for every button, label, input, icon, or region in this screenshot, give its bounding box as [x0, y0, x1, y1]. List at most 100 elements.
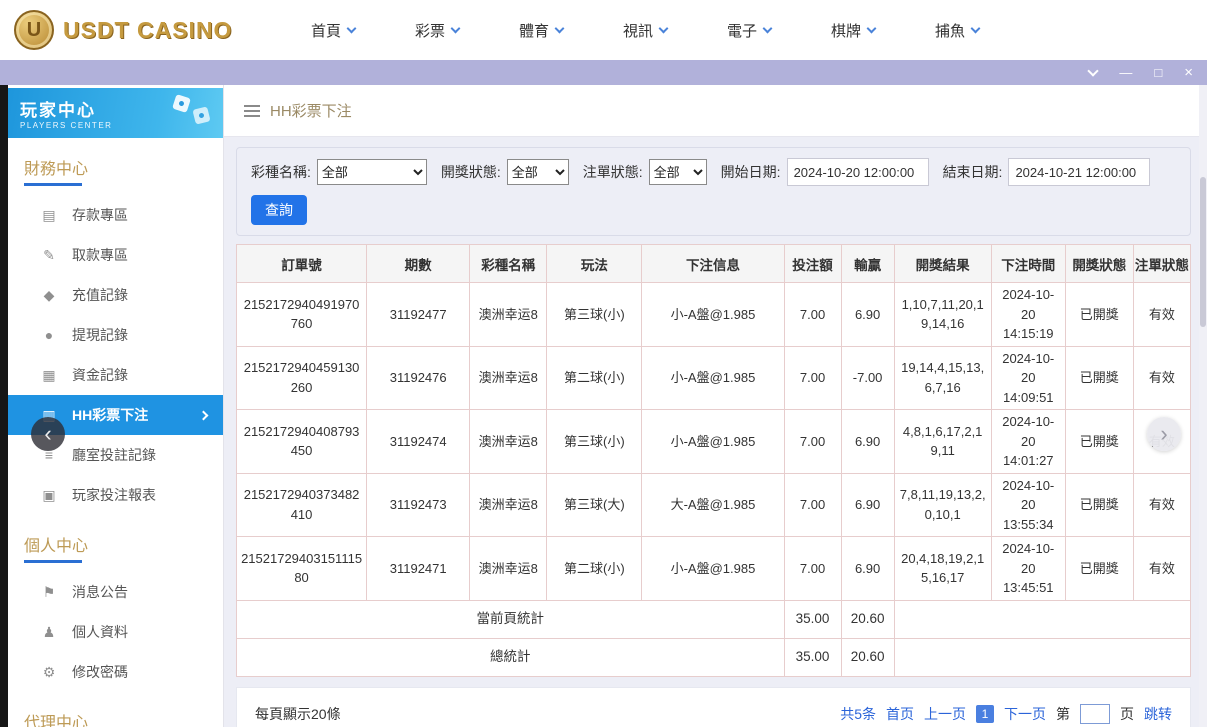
lottery-name-select[interactable]: 全部 [317, 159, 427, 185]
nav-item-electronic[interactable]: 電子 [697, 20, 801, 41]
table-cell: 澳洲幸运8 [470, 283, 547, 347]
withdraw-icon: ✎ [40, 247, 58, 264]
column-header: 玩法 [547, 245, 642, 283]
table-cell: 小-A盤@1.985 [642, 537, 784, 601]
nav-item-home[interactable]: 首頁 [281, 20, 385, 41]
sidebar-item-profile[interactable]: ♟個人資料 [8, 612, 223, 652]
nav-item-video[interactable]: 視訊 [593, 20, 697, 41]
table-cell: 2024-10-20 14:09:51 [991, 346, 1065, 410]
table-cell: 已開獎 [1065, 283, 1133, 347]
jump-suffix-label: 页 [1120, 704, 1134, 724]
table-cell: 31192477 [367, 283, 470, 347]
table-cell: 已開獎 [1065, 410, 1133, 474]
column-header: 投注額 [784, 245, 841, 283]
chevron-down-icon [347, 23, 357, 33]
end-date-input[interactable] [1008, 158, 1150, 186]
sidebar-item-announcements[interactable]: ⚑ 消息公告 [8, 572, 223, 612]
table-cell: 澳洲幸运8 [470, 346, 547, 410]
table-cell: -7.00 [841, 346, 894, 410]
sidebar-item-withdraw-zone[interactable]: ✎取款專區 [8, 235, 223, 275]
minimize-icon[interactable]: — [1119, 66, 1132, 79]
column-header: 下注信息 [642, 245, 784, 283]
table-cell: 20,4,18,19,2,15,16,17 [894, 537, 991, 601]
table-cell: 第二球(小) [547, 537, 642, 601]
nav-item-sports[interactable]: 體育 [489, 20, 593, 41]
chevron-down-icon [763, 23, 773, 33]
nav-item-label: 體育 [519, 20, 549, 41]
maximize-icon[interactable]: □ [1154, 66, 1162, 79]
table-cell: 2024-10-20 14:01:27 [991, 410, 1065, 474]
chevron-right-icon [199, 410, 209, 420]
lottery-name-label: 彩種名稱: [251, 162, 311, 182]
order-status-select[interactable]: 全部 [649, 159, 707, 185]
sidebar-item-deposit-zone[interactable]: ▤存款專區 [8, 195, 223, 235]
start-date-input[interactable] [787, 158, 929, 186]
table-cell: 2024-10-20 14:15:19 [991, 283, 1065, 347]
carousel-next-button[interactable]: › [1147, 417, 1181, 451]
summary-bet-total: 35.00 [784, 638, 841, 676]
topnav-items: 首頁 彩票 體育 視訊電子棋牌捕魚 [281, 20, 1009, 41]
players-center-header: 玩家中心 PLAYERS CENTER [8, 88, 223, 138]
column-header: 訂單號 [237, 245, 367, 283]
nav-item-label: 彩票 [415, 20, 445, 41]
summary-bet-total: 35.00 [784, 600, 841, 638]
menu-icon[interactable] [244, 105, 260, 117]
table-cell: 4,8,1,6,17,2,19,11 [894, 410, 991, 474]
table-cell: 7.00 [784, 537, 841, 601]
search-button[interactable]: 查詢 [251, 195, 307, 225]
first-page-link[interactable]: 首页 [886, 704, 914, 724]
sidebar-item-player-bet-report[interactable]: ▣玩家投注報表 [8, 475, 223, 515]
site-logo[interactable]: U USDT CASINO [14, 10, 259, 50]
table-cell: 已開獎 [1065, 473, 1133, 537]
bet-report-icon: ▣ [40, 487, 58, 504]
sidebar-item-recharge-records[interactable]: ◆充值記錄 [8, 275, 223, 315]
deposit-icon: ▤ [40, 207, 58, 224]
sidebar-item-label: 消息公告 [72, 582, 128, 602]
table-cell: 2024-10-20 13:45:51 [991, 537, 1065, 601]
sidebar-item-label: 提現記錄 [72, 325, 128, 345]
table-cell: 2152172940373482410 [237, 473, 367, 537]
sidebar-section-agent-center: 代理中心 [8, 692, 223, 727]
column-header: 開獎狀態 [1065, 245, 1133, 283]
table-summary: 當前頁統計 35.00 20.60 總統計 35.00 20.60 [237, 600, 1191, 676]
filter-panel: 彩種名稱: 全部 開獎狀態: 全部 注單狀態: 全部 開始日期: [236, 147, 1191, 236]
table-row: 215217294040879345031192474澳洲幸运8第三球(小)小-… [237, 410, 1191, 474]
table-cell: 7.00 [784, 283, 841, 347]
sidebar-item-withdrawal-records[interactable]: ● 提現記錄 [8, 315, 223, 355]
scrollbar-track[interactable] [1199, 85, 1207, 727]
current-page-badge: 1 [976, 705, 994, 723]
chevron-down-icon[interactable] [1088, 65, 1099, 76]
scrollbar-thumb[interactable] [1200, 177, 1206, 327]
jump-prefix-label: 第 [1056, 704, 1070, 724]
withdrawal-record-icon: ● [40, 327, 58, 343]
nav-item-fishing[interactable]: 捕魚 [905, 20, 1009, 41]
column-header: 彩種名稱 [470, 245, 547, 283]
table-cell: 7,8,11,19,13,2,0,10,1 [894, 473, 991, 537]
table-body: 215217294049197076031192477澳洲幸运8第三球(小)小-… [237, 283, 1191, 601]
table-cell: 2024-10-20 13:55:34 [991, 473, 1065, 537]
jump-button[interactable]: 跳转 [1144, 704, 1172, 724]
page-jump-input[interactable] [1080, 704, 1110, 724]
next-page-link[interactable]: 下一页 [1004, 704, 1046, 724]
nav-item-lottery[interactable]: 彩票 [385, 20, 489, 41]
order-status-label: 注單狀態: [583, 162, 643, 182]
table-cell: 31192471 [367, 537, 470, 601]
announcement-icon: ⚑ [40, 584, 58, 601]
table-cell: 31192476 [367, 346, 470, 410]
nav-item-board-games[interactable]: 棋牌 [801, 20, 905, 41]
chevron-down-icon [659, 23, 669, 33]
table-row: 215217294031511158031192471澳洲幸运8第二球(小)小-… [237, 537, 1191, 601]
table-cell: 6.90 [841, 537, 894, 601]
funds-record-icon: ▦ [40, 367, 58, 384]
sidebar-item-change-password[interactable]: ⚙修改密碼 [8, 652, 223, 692]
sidebar-item-funds-records[interactable]: ▦資金記錄 [8, 355, 223, 395]
close-icon[interactable]: × [1184, 65, 1193, 80]
prev-page-link[interactable]: 上一页 [924, 704, 966, 724]
sidebar-item-label: 廳室投註記錄 [72, 445, 156, 465]
logo-text: USDT CASINO [63, 17, 232, 44]
carousel-prev-button[interactable]: ‹ [31, 417, 65, 451]
draw-status-select[interactable]: 全部 [507, 159, 569, 185]
column-header: 開獎結果 [894, 245, 991, 283]
table-cell: 已開獎 [1065, 346, 1133, 410]
grand-summary-row: 總統計 35.00 20.60 [237, 638, 1191, 676]
